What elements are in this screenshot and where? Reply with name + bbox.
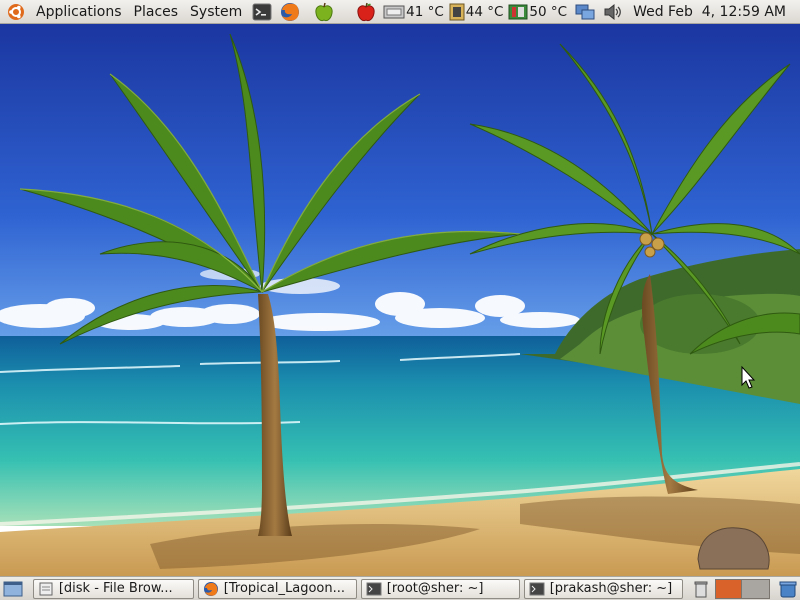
- workspace-2[interactable]: [742, 578, 771, 599]
- top-panel: Applications Places System 41 °C 44 °C 5…: [0, 0, 800, 24]
- clock-text: Wed Feb 4, 12:59 AM: [633, 3, 786, 20]
- cpu-chip-icon: [383, 5, 405, 18]
- task-prakash-terminal[interactable]: [prakash@sher: ~]: [523, 578, 683, 599]
- red-apple-icon[interactable]: [354, 0, 378, 24]
- wallpaper-image: [0, 24, 800, 576]
- cpu-temp-monitor[interactable]: 41 °C: [382, 0, 444, 24]
- volume-icon[interactable]: [601, 0, 625, 24]
- terminal-icon[interactable]: [250, 0, 274, 24]
- ubuntu-logo-icon[interactable]: [4, 0, 28, 24]
- places-menu[interactable]: Places: [128, 0, 185, 24]
- firefox-icon[interactable]: [278, 0, 302, 24]
- cpu-temp-value: 41 °C: [406, 3, 444, 20]
- terminal-icon: [529, 582, 545, 595]
- network-icon[interactable]: [573, 0, 597, 24]
- task-image-viewer[interactable]: [Tropical_Lagoon...: [197, 578, 357, 599]
- terminal-icon: [366, 582, 382, 595]
- gpu-temp-value: 44 °C: [465, 3, 504, 20]
- gpu-chip-icon: [449, 3, 465, 20]
- task-root-terminal-label: [root@sher: ~]: [386, 581, 484, 596]
- show-desktop-icon[interactable]: [1, 577, 25, 601]
- task-file-browser[interactable]: [disk - File Brow...: [32, 578, 194, 599]
- bottom-panel: [disk - File Brow... [Tropical_Lagoon...…: [0, 576, 800, 600]
- places-menu-label: Places: [133, 3, 179, 20]
- firefox-icon: [203, 581, 218, 596]
- desktop[interactable]: [0, 24, 800, 576]
- gpu-temp-monitor[interactable]: 44 °C: [448, 0, 504, 24]
- workspace-1[interactable]: [714, 578, 743, 599]
- disk-temp-value: 50 °C: [529, 3, 568, 20]
- system-menu-label: System: [190, 3, 243, 20]
- applications-menu-label: Applications: [36, 3, 122, 20]
- trash-bin-icon[interactable]: [776, 577, 800, 601]
- green-apple-icon[interactable]: [312, 0, 336, 24]
- system-menu[interactable]: System: [184, 0, 248, 24]
- task-file-browser-label: [disk - File Brow...: [58, 581, 173, 596]
- task-prakash-terminal-label: [prakash@sher: ~]: [549, 581, 673, 596]
- memory-chip-icon: [508, 4, 528, 19]
- disk-temp-monitor[interactable]: 50 °C: [507, 0, 567, 24]
- task-image-viewer-label: [Tropical_Lagoon...: [223, 581, 345, 596]
- trash-icon[interactable]: [689, 577, 713, 601]
- task-root-terminal[interactable]: [root@sher: ~]: [360, 578, 520, 599]
- file-browser-icon: [39, 582, 53, 595]
- applications-menu[interactable]: Applications: [30, 0, 128, 24]
- clock[interactable]: Wed Feb 4, 12:59 AM: [627, 0, 800, 24]
